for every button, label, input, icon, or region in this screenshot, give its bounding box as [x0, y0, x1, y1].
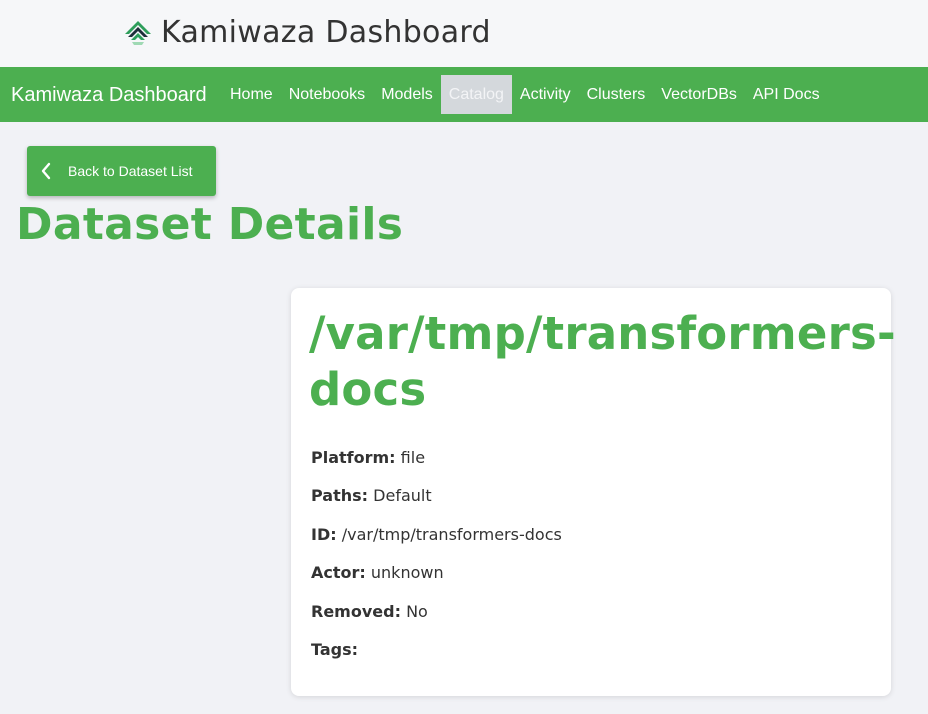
brand[interactable]: Kamiwaza Dashboard [123, 14, 491, 52]
field-tags: Tags: [311, 640, 358, 660]
field-value: unknown [370, 563, 444, 582]
nav-link-vectordbs[interactable]: VectorDBs [653, 75, 745, 114]
field-label: ID: [311, 525, 337, 544]
field-label: Paths: [311, 486, 369, 505]
field-value: /var/tmp/transformers-docs [341, 525, 562, 544]
field-label: Actor: [311, 563, 366, 582]
chevron-left-icon [41, 162, 51, 180]
navbar: Kamiwaza Dashboard Home Notebooks Models… [0, 67, 928, 122]
nav-link-clusters[interactable]: Clusters [579, 75, 654, 114]
nav-link-activity[interactable]: Activity [512, 75, 579, 114]
kamiwaza-logo-icon [125, 21, 151, 45]
page-title: Dataset Details [16, 199, 404, 250]
nav-link-models[interactable]: Models [373, 75, 441, 114]
nav-link-notebooks[interactable]: Notebooks [281, 75, 374, 114]
field-removed: Removed: No [311, 602, 428, 622]
field-paths: Paths: Default [311, 486, 432, 506]
navbar-brand[interactable]: Kamiwaza Dashboard [11, 83, 207, 107]
field-id: ID: /var/tmp/transformers-docs [311, 525, 562, 545]
field-value: Default [373, 486, 432, 505]
field-value: No [406, 602, 428, 621]
dataset-card: /var/tmp/transformers-docs Platform: fil… [291, 288, 896, 696]
field-value: file [400, 448, 426, 467]
back-button-label: Back to Dataset List [68, 163, 193, 179]
field-label: Tags: [311, 640, 359, 659]
field-platform: Platform: file [311, 448, 425, 468]
nav-link-home[interactable]: Home [222, 75, 281, 114]
nav-link-api-docs[interactable]: API Docs [745, 75, 828, 114]
nav-links: Home Notebooks Models Catalog Activity C… [222, 75, 828, 114]
dataset-name: /var/tmp/transformers-docs [309, 307, 896, 416]
field-actor: Actor: unknown [311, 563, 444, 583]
header-title: Kamiwaza Dashboard [161, 15, 491, 50]
top-header: Kamiwaza Dashboard [0, 0, 928, 67]
nav-link-catalog[interactable]: Catalog [440, 75, 512, 114]
field-label: Removed: [311, 602, 401, 621]
field-label: Platform: [311, 448, 396, 467]
back-to-dataset-list-button[interactable]: Back to Dataset List [27, 146, 216, 196]
